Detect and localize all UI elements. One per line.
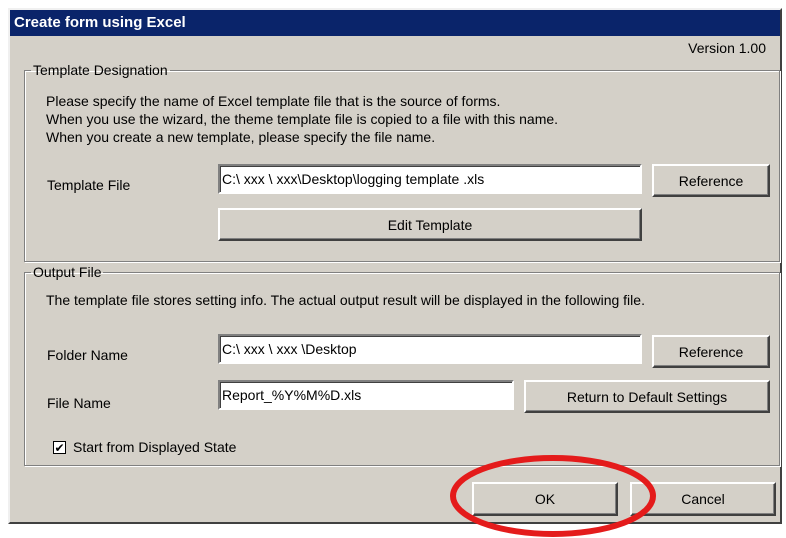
folder-name-input[interactable] xyxy=(218,334,642,364)
file-name-input[interactable] xyxy=(218,380,514,410)
window-title: Create form using Excel xyxy=(14,14,186,31)
ok-button[interactable]: OK xyxy=(472,482,618,516)
version-label: Version 1.00 xyxy=(688,40,766,56)
edit-template-button[interactable]: Edit Template xyxy=(218,208,642,241)
template-file-label: Template File xyxy=(47,177,131,193)
file-name-label: File Name xyxy=(47,395,111,411)
title-bar: Create form using Excel xyxy=(10,10,780,36)
checkmark-icon: ✔ xyxy=(54,440,65,455)
cancel-button[interactable]: Cancel xyxy=(630,482,776,516)
template-description-line-2: When you use the wizard, the theme templ… xyxy=(46,111,559,127)
start-from-displayed-state-checkbox[interactable]: ✔ xyxy=(53,441,66,454)
return-default-settings-button[interactable]: Return to Default Settings xyxy=(524,380,770,413)
template-description-line-1: Please specify the name of Excel templat… xyxy=(46,93,501,109)
template-file-input[interactable] xyxy=(218,164,642,194)
output-file-legend: Output File xyxy=(33,264,102,280)
template-description-line-3: When you create a new template, please s… xyxy=(46,129,436,145)
template-reference-button[interactable]: Reference xyxy=(652,164,770,197)
template-designation-legend: Template Designation xyxy=(33,62,168,78)
output-description: The template file stores setting info. T… xyxy=(46,292,645,308)
folder-name-label: Folder Name xyxy=(47,347,128,363)
start-from-displayed-state-label: Start from Displayed State xyxy=(73,439,237,455)
folder-reference-button[interactable]: Reference xyxy=(652,335,770,368)
dialog-window: Create form using Excel Version 1.00 Tem… xyxy=(8,8,782,537)
